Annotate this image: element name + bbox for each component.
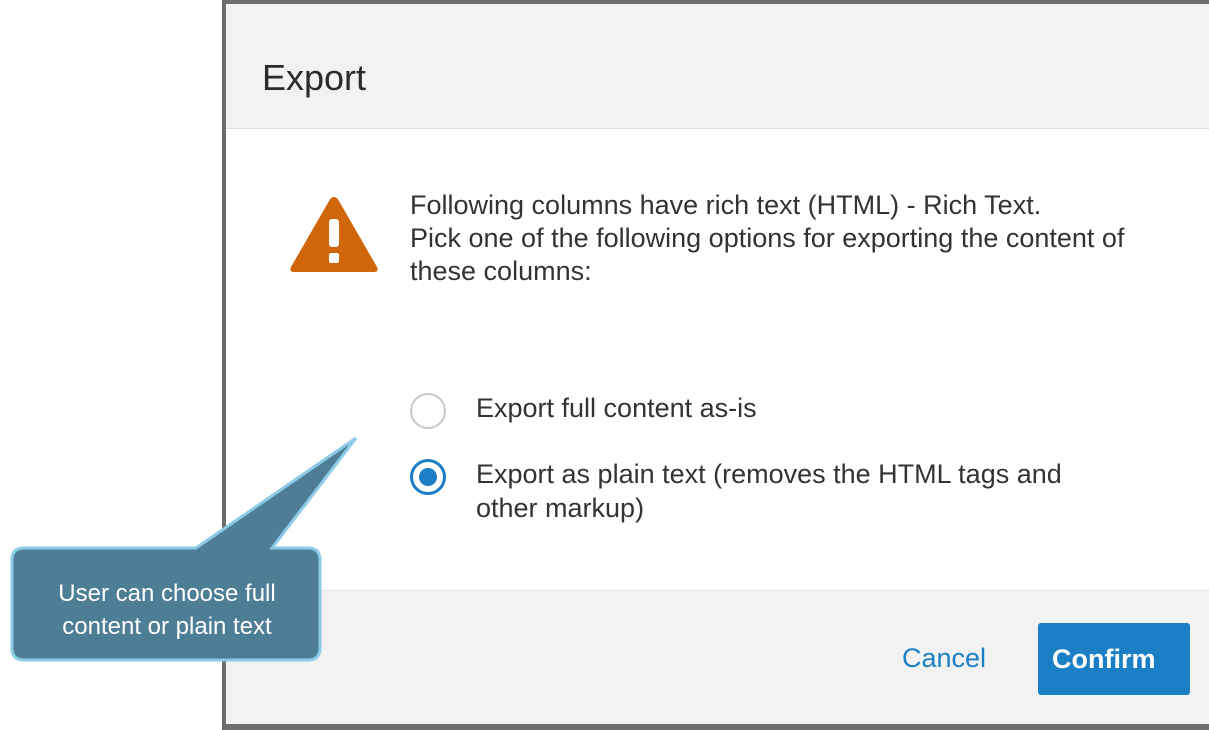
cancel-button[interactable]: Cancel — [902, 643, 986, 674]
message-rich-text-columns: Following columns have rich text (HTML) … — [410, 190, 1042, 220]
dialog-header: Export — [226, 4, 1209, 129]
option-label: Export as plain text (removes the HTML t… — [476, 459, 1062, 523]
dialog-body: Following columns have rich text (HTML) … — [226, 129, 1209, 589]
dialog-message: Following columns have rich text (HTML) … — [410, 189, 1150, 288]
message-pick-option: Pick one of the following options for ex… — [410, 223, 1125, 286]
option-label: Export full content as-is — [476, 393, 757, 423]
callout-line-2: content or plain text — [62, 613, 272, 640]
option-export-full-content[interactable]: Export full content as-is — [410, 391, 1076, 429]
confirm-button[interactable]: Confirm — [1038, 623, 1190, 695]
dialog-footer: Cancel Confirm — [226, 590, 1209, 724]
screenshot-stage: Export Following columns have rich text … — [0, 0, 1209, 730]
export-dialog: Export Following columns have rich text … — [222, 0, 1209, 730]
radio-export-full-content[interactable] — [410, 393, 446, 429]
warning-icon — [290, 197, 378, 272]
dialog-title: Export — [262, 57, 367, 98]
option-export-plain-text[interactable]: Export as plain text (removes the HTML t… — [410, 457, 1076, 525]
radio-export-plain-text[interactable] — [410, 459, 446, 495]
callout-text: User can choose full content or plain te… — [14, 562, 320, 658]
callout-line-1: User can choose full — [58, 580, 276, 607]
